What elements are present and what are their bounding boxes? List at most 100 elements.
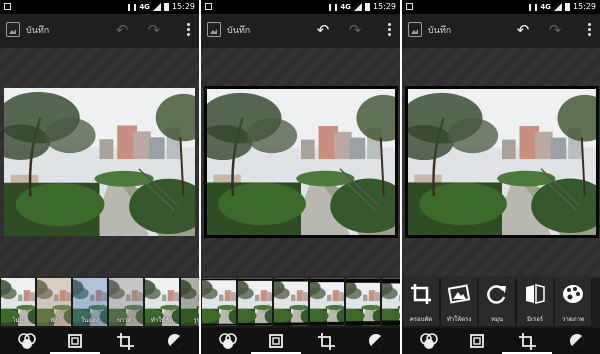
undo-icon[interactable]: ↶	[514, 21, 532, 39]
crop-icon	[411, 284, 431, 304]
redo-icon[interactable]: ↷	[346, 21, 364, 39]
nav-filters-icon[interactable]	[217, 331, 239, 351]
filter-thumbnail[interactable]: รูปเ	[181, 278, 199, 326]
filters-icon	[420, 333, 438, 349]
nav-adjust-icon[interactable]	[566, 331, 588, 351]
nav-frames-icon[interactable]	[64, 331, 86, 351]
gallery-icon[interactable]	[207, 22, 221, 37]
edited-photo	[204, 86, 398, 238]
redo-icon[interactable]: ↷	[145, 21, 163, 39]
tool-crop[interactable]: ครอบตัด	[403, 278, 439, 326]
screen-panel-tools: 4G 15:29 บันทึก ↶ ↷ ครอบตัด ทำให้ตรง หมุน มิเรอร…	[402, 0, 600, 354]
thumbnail-image	[274, 278, 308, 326]
adjust-icon	[369, 334, 384, 349]
redo-icon[interactable]: ↷	[546, 21, 564, 39]
thumbnail-label: ขาวดำ	[116, 317, 136, 324]
frames-icon	[470, 334, 484, 348]
save-label[interactable]: บันทึก	[227, 23, 250, 37]
vibrate-icon	[529, 3, 538, 11]
filter-thumbnail[interactable]: ทำให้ชัด	[145, 278, 179, 326]
screen-panel-frames: 4G 15:29 บันทึก ↶ ↷	[201, 0, 400, 354]
save-label[interactable]: บันทึก	[26, 23, 49, 37]
signal-icon	[553, 3, 562, 11]
bottom-nav	[201, 328, 400, 354]
status-icons: 4G 15:29	[329, 0, 396, 14]
nav-crop-icon[interactable]	[315, 331, 337, 351]
crop-icon	[318, 333, 335, 350]
status-time: 15:29	[572, 2, 596, 11]
nav-adjust-icon[interactable]	[164, 331, 186, 351]
vibrate-icon	[329, 3, 338, 11]
thumbnail-label: ไม่มี	[12, 317, 24, 324]
tool-mirror[interactable]: มิเรอร์	[517, 278, 553, 326]
photo-image	[207, 89, 395, 235]
status-time: 15:29	[171, 2, 195, 11]
photo-canvas	[402, 48, 600, 276]
filter-thumbnail[interactable]: ไม่มี	[1, 278, 35, 326]
status-bar: 4G 15:29	[0, 0, 199, 14]
filters-strip: ไม่มี พัง ในแสง ขาวดำ ทำให้ชัด รูปเ	[0, 278, 199, 328]
tool-rotate[interactable]: หมุน	[479, 278, 515, 326]
notification-icon	[4, 3, 11, 10]
app-bar: บันทึก ↶ ↷	[402, 14, 600, 48]
tools-strip: ครอบตัด ทำให้ตรง หมุน มิเรอร์ วาดภาพ	[402, 278, 600, 328]
battery-icon	[364, 3, 370, 11]
tool-label: มิเรอร์	[526, 316, 544, 323]
crop-icon	[519, 333, 536, 350]
thumbnail-label: รูปเ	[193, 317, 199, 324]
thumbnail-image	[202, 278, 236, 326]
frame-thumbnail[interactable]	[346, 278, 380, 326]
nav-crop-icon[interactable]	[516, 331, 538, 351]
adjust-icon	[570, 334, 585, 349]
tool-label: วาดภาพ	[562, 316, 584, 323]
more-options-icon[interactable]	[384, 21, 394, 39]
straighten-icon	[447, 284, 471, 304]
gallery-icon[interactable]	[6, 22, 20, 37]
undo-icon[interactable]: ↶	[314, 21, 332, 39]
nav-crop-icon[interactable]	[114, 331, 136, 351]
save-label[interactable]: บันทึก	[428, 23, 451, 37]
status-icons: 4G 15:29	[529, 0, 596, 14]
gallery-icon[interactable]	[408, 22, 422, 37]
nav-filters-icon[interactable]	[16, 331, 38, 351]
thumbnail-image	[310, 278, 344, 326]
undo-icon[interactable]: ↶	[113, 21, 131, 39]
screenshot-root: 4G 15:29 บันทึก ↶ ↷ ไม่มี พัง ในแสง ขาวดำ ทำให้ชั…	[0, 0, 600, 354]
photo-canvas	[201, 48, 400, 276]
tool-paint[interactable]: วาดภาพ	[555, 278, 591, 326]
thumbnail-label: ทำให้ชัด	[150, 317, 174, 324]
frame-thumbnail[interactable]	[274, 278, 308, 326]
photo-canvas	[0, 48, 199, 276]
nav-adjust-icon[interactable]	[365, 331, 387, 351]
vibrate-icon	[128, 3, 137, 11]
more-options-icon[interactable]	[183, 21, 193, 39]
frames-strip	[201, 278, 400, 328]
filter-thumbnail[interactable]: พัง	[37, 278, 71, 326]
filter-thumbnail[interactable]: ในแสง	[73, 278, 107, 326]
tool-straighten[interactable]: ทำให้ตรง	[441, 278, 477, 326]
status-time: 15:29	[372, 2, 396, 11]
frames-icon	[68, 334, 82, 348]
thumbnail-image	[238, 278, 272, 326]
bottom-nav	[0, 328, 199, 354]
filters-icon	[18, 333, 36, 349]
frame-thumbnail[interactable]	[310, 278, 344, 326]
nav-frames-icon[interactable]	[466, 331, 488, 351]
mirror-icon	[526, 284, 545, 304]
filter-thumbnail[interactable]: ขาวดำ	[109, 278, 143, 326]
photo-image	[408, 89, 596, 235]
more-options-icon[interactable]	[584, 21, 594, 39]
status-icons: 4G 15:29	[128, 0, 195, 14]
screen-panel-filters: 4G 15:29 บันทึก ↶ ↷ ไม่มี พัง ในแสง ขาวดำ ทำให้ชั…	[0, 0, 199, 354]
frame-thumbnail[interactable]	[202, 278, 236, 326]
thumbnail-label: พัง	[50, 317, 58, 324]
nav-filters-icon[interactable]	[418, 331, 440, 351]
bottom-nav	[402, 328, 600, 354]
frame-thumbnail[interactable]	[382, 278, 400, 326]
nav-frames-icon[interactable]	[265, 331, 287, 351]
edited-photo	[4, 88, 195, 236]
paint-icon	[563, 285, 583, 303]
frame-thumbnail[interactable]	[238, 278, 272, 326]
thumbnail-image	[346, 278, 380, 326]
photo-image	[4, 88, 195, 236]
